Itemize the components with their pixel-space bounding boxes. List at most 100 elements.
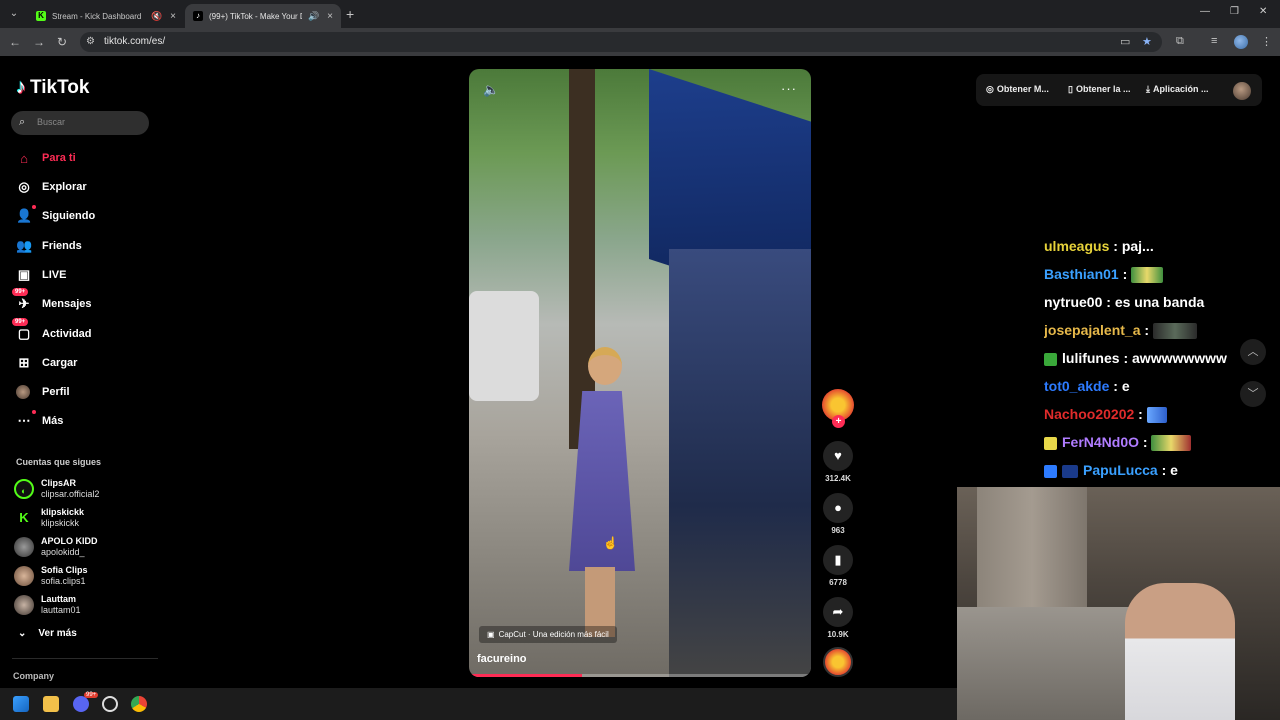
nav-label: Siguiendo [42, 210, 96, 222]
tab-kick-dashboard[interactable]: K Stream - Kick Dashboard 🔇 × [28, 4, 184, 28]
close-tab-icon[interactable]: × [327, 11, 333, 22]
chat-user: tot0_akde [1044, 378, 1110, 394]
user-avatar[interactable] [1233, 82, 1251, 100]
chat-badge-icon [1044, 352, 1057, 366]
streamer-webcam [957, 487, 1280, 720]
account-name: Lauttam [41, 594, 77, 604]
phone-icon: ▯ [1068, 84, 1073, 94]
account-handle: sofia.clips1 [41, 576, 86, 586]
bookmark-star-icon[interactable]: ★ [1142, 35, 1152, 48]
activity-badge: 99+ [12, 318, 29, 326]
chat-user: FerN4Nd0O [1062, 434, 1140, 450]
new-tab-icon[interactable]: + [346, 6, 354, 22]
extensions-icon[interactable]: ⧉ [1176, 35, 1184, 48]
chat-badge-icon [1044, 436, 1057, 450]
reload-icon[interactable]: ↻ [55, 35, 69, 49]
tab-search-icon[interactable]: ⌄ [6, 6, 22, 22]
account-handle: lauttam01 [41, 605, 81, 615]
nav-label: Actividad [42, 328, 92, 340]
windows-start-icon[interactable] [13, 696, 29, 712]
obs-icon[interactable] [102, 696, 118, 712]
account-name: klipskickk [41, 507, 85, 517]
browser-profile-avatar[interactable] [1234, 35, 1248, 49]
nav-perfil[interactable]: Perfil [16, 382, 70, 402]
get-coins-button[interactable]: ◎ Obtener M... [986, 84, 1049, 95]
like-button[interactable]: ♥ 312.4K [822, 441, 854, 483]
chat-emote [1146, 407, 1167, 424]
back-icon[interactable]: ← [8, 35, 22, 49]
minimize-icon[interactable]: — [1200, 6, 1210, 17]
save-button[interactable]: ▮ 6778 [822, 545, 854, 587]
nav-mas[interactable]: ⋯ Más [16, 410, 63, 431]
following-item[interactable]: ◐ ClipsAR clipsar.official2 [14, 478, 99, 500]
discord-icon[interactable] [73, 696, 89, 712]
nav-actividad[interactable]: ▢ 99+ Actividad [12, 318, 92, 344]
video-author[interactable]: facureino [477, 653, 527, 665]
media-control-icon[interactable]: ≡ [1211, 35, 1217, 47]
nav-para-ti[interactable]: ⌂ Para ti [16, 148, 76, 168]
close-window-icon[interactable]: ✕ [1259, 6, 1267, 17]
site-info-icon[interactable]: ⚙ [86, 36, 95, 47]
desktop-app-button[interactable]: ⤓ Aplicación ... [1146, 84, 1209, 95]
tab-title: (99+) TikTok - Make Your Day [209, 11, 302, 21]
comment-button[interactable]: ● 963 [822, 493, 854, 535]
windows-taskbar: 99+ [0, 688, 957, 720]
nav-label: Mensajes [42, 298, 92, 310]
muted-icon[interactable]: 🔇 [151, 11, 162, 22]
tiktok-favicon-icon: ♪ [193, 11, 203, 21]
following-item[interactable]: K klipskickk klipskickk [14, 507, 84, 529]
logo-text: TikTok [30, 76, 90, 98]
chat-user: nytrue00 [1044, 294, 1103, 310]
capcut-tag[interactable]: ▣ CapCut · Una edición más fácil [479, 626, 617, 643]
tiktok-logo[interactable]: ♪ TikTok [16, 76, 89, 99]
live-icon: ▣ [17, 267, 31, 282]
chrome-icon[interactable] [131, 696, 147, 712]
close-tab-icon[interactable]: × [170, 11, 176, 22]
messages-icon: ✈ 99+ [12, 288, 32, 312]
more-options-icon[interactable]: ··· [781, 81, 797, 96]
cast-icon[interactable]: ▭ [1120, 35, 1130, 48]
share-icon: ➦ [823, 597, 853, 627]
url-text[interactable]: tiktok.com/es/ [104, 36, 165, 47]
tab-tiktok[interactable]: ♪ (99+) TikTok - Make Your Day 🔊 × [185, 4, 341, 28]
nav-explorar[interactable]: ◎ Explorar [16, 177, 86, 197]
chat-user: Nachoo20202 [1044, 406, 1135, 422]
get-app-button[interactable]: ▯ Obtener la ... [1068, 84, 1130, 95]
kick-favicon-icon: K [36, 11, 46, 21]
volume-icon[interactable]: 🔈 [483, 82, 499, 98]
following-icon: 👤 [16, 205, 36, 224]
chat-text: e [1170, 462, 1178, 478]
friends-icon: 👥 [16, 238, 33, 253]
video-player[interactable]: 🔈 ··· ▣ CapCut · Una edición más fácil f… [469, 69, 811, 677]
video-progress-bar[interactable] [469, 674, 811, 677]
see-more-button[interactable]: ⌄ Ver más [18, 628, 77, 639]
account-name: APOLO KIDD [41, 536, 98, 546]
following-item[interactable]: Sofia Clips sofia.clips1 [14, 565, 88, 587]
chat-text: paj... [1121, 240, 1154, 254]
nav-cargar[interactable]: ⊞ Cargar [16, 353, 78, 373]
restore-icon[interactable]: ❐ [1230, 6, 1239, 17]
pill-label: Obtener la ... [1075, 84, 1131, 94]
nav-siguiendo[interactable]: 👤 Siguiendo [16, 205, 96, 226]
account-handle: apolokidd_ [41, 547, 85, 557]
company-link[interactable]: Company [13, 671, 54, 681]
following-item[interactable]: APOLO KIDD apolokidd_ [14, 536, 98, 558]
comment-count: 963 [831, 526, 845, 535]
music-disc-icon[interactable] [823, 647, 853, 677]
browser-menu-icon[interactable]: ⋮ [1261, 35, 1272, 48]
file-explorer-icon[interactable] [43, 696, 59, 712]
upload-icon: ⊞ [18, 355, 30, 370]
compass-icon: ◎ [18, 179, 30, 194]
share-button[interactable]: ➦ 10.9K [822, 597, 854, 639]
follow-plus-icon[interactable]: + [832, 415, 845, 428]
nav-live[interactable]: ▣ LIVE [16, 265, 67, 285]
following-item[interactable]: Lauttam lauttam01 [14, 594, 81, 616]
search-input[interactable]: ⌕ Buscar [11, 111, 149, 135]
account-name: Sofia Clips [41, 565, 88, 575]
nav-friends[interactable]: 👥 Friends [16, 236, 82, 256]
nav-mensajes[interactable]: ✈ 99+ Mensajes [12, 288, 92, 314]
audio-icon[interactable]: 🔊 [308, 11, 319, 22]
forward-icon[interactable]: → [32, 35, 46, 49]
omnibox[interactable]: ⚙ tiktok.com/es/ ▭ ★ [80, 32, 1162, 52]
messages-badge: 99+ [12, 288, 29, 296]
